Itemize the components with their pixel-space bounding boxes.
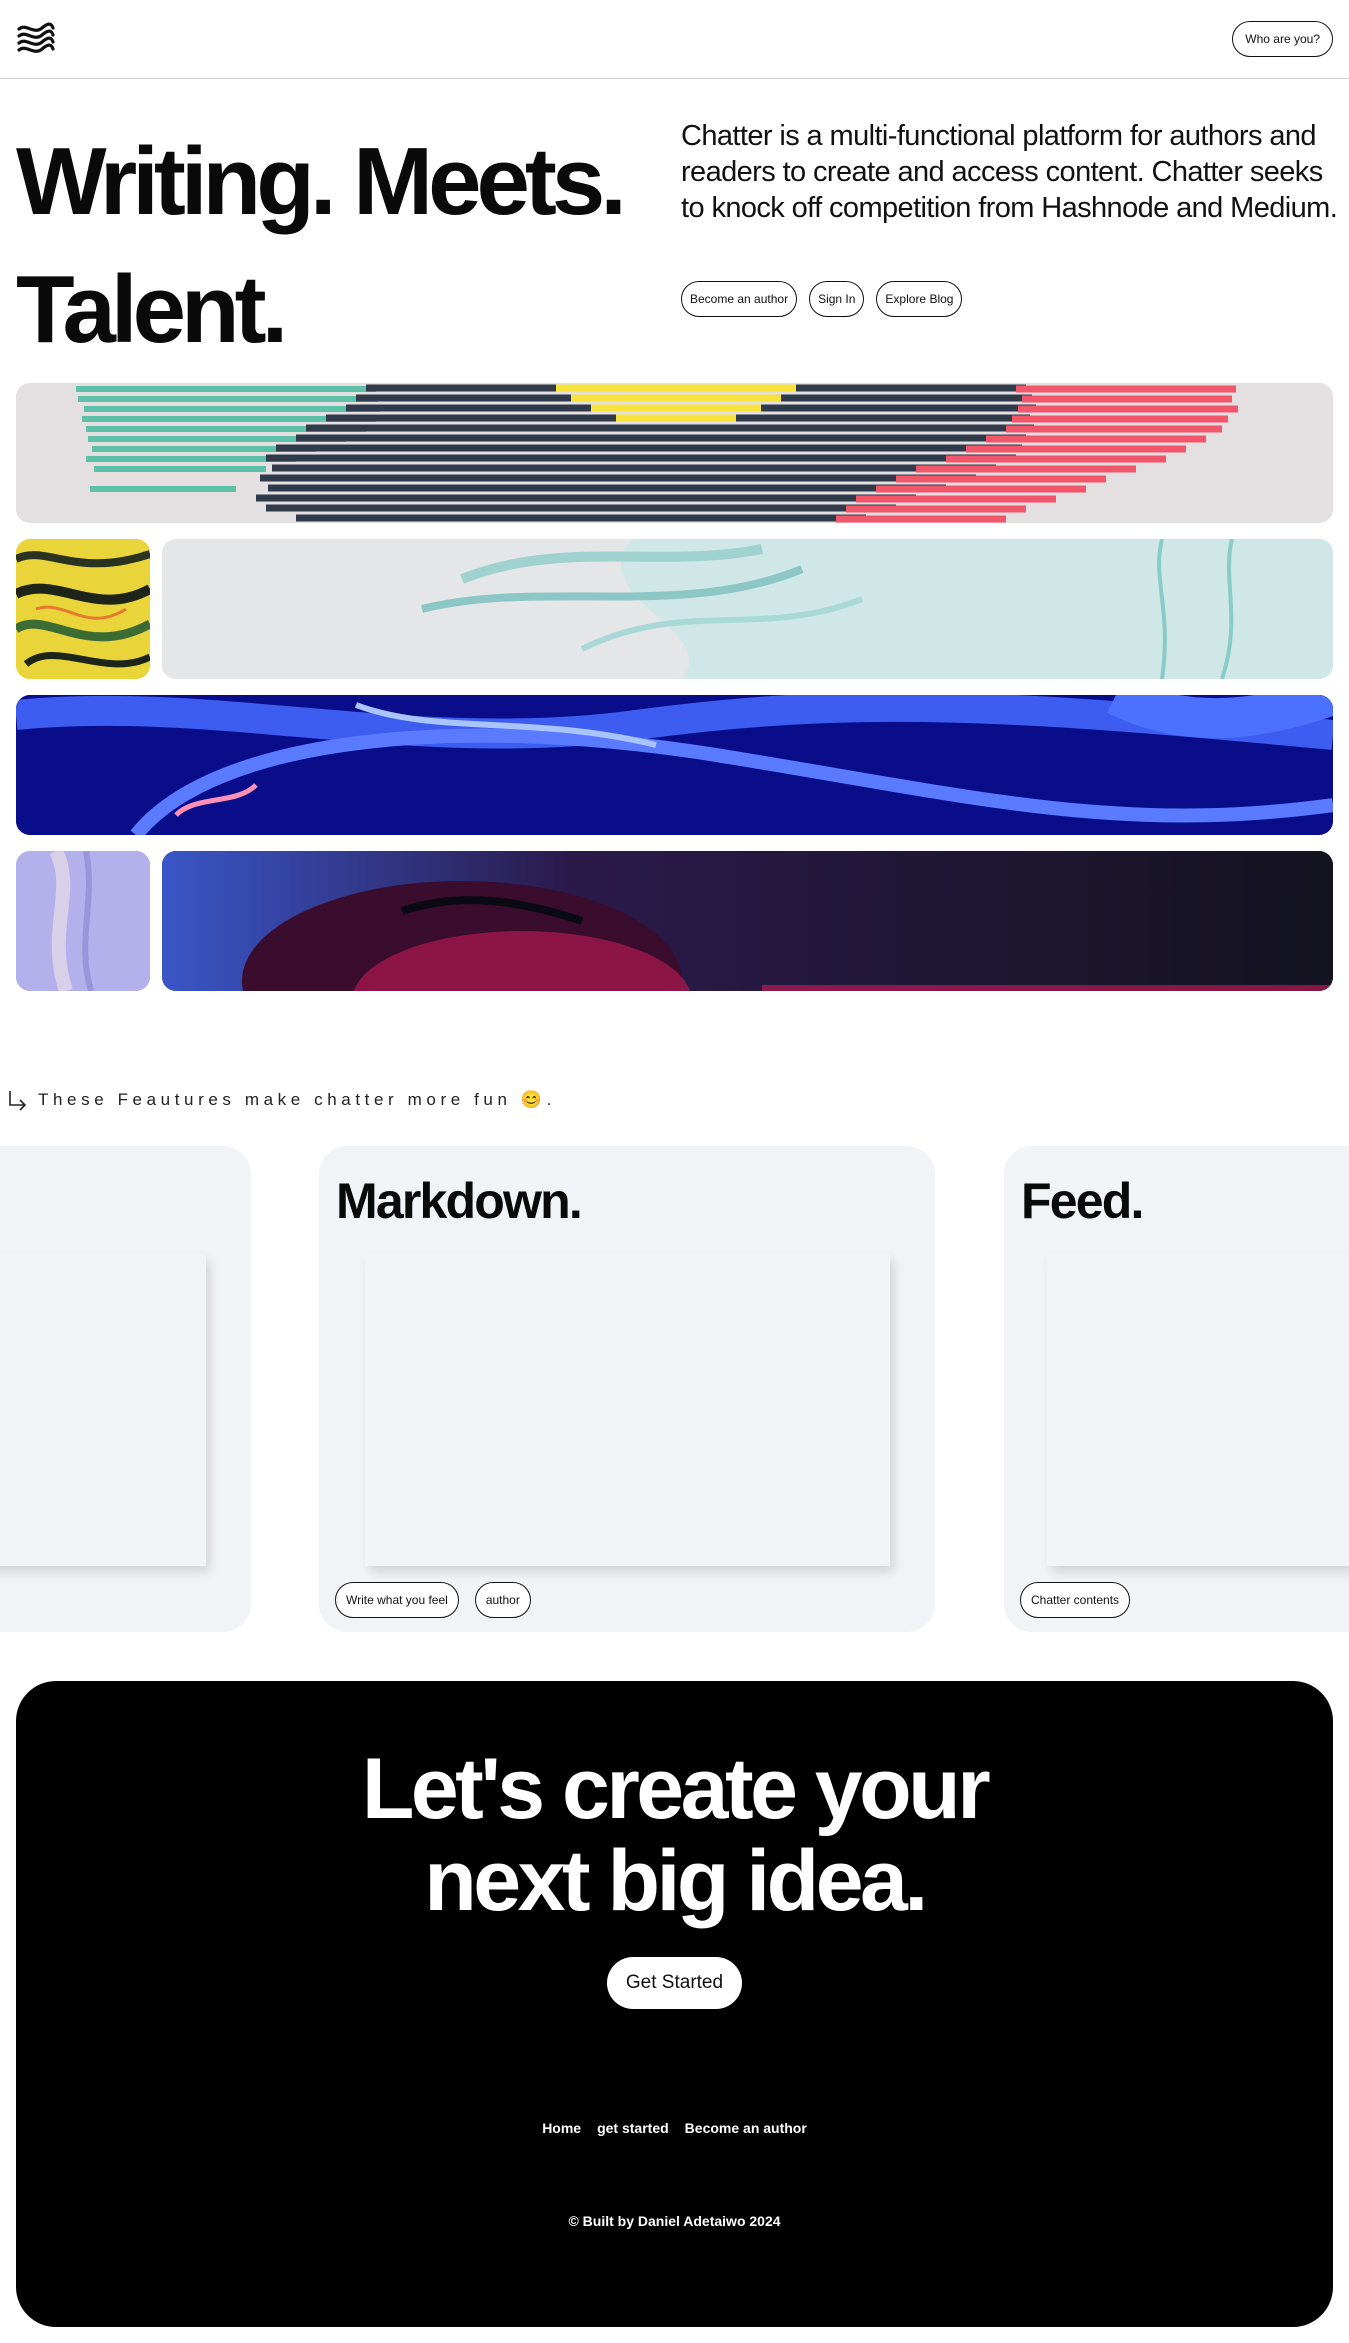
get-started-button[interactable]: Get Started xyxy=(607,1957,742,2009)
feature-card-tags: Chatter contents xyxy=(1020,1582,1131,1618)
feature-card xyxy=(0,1146,251,1632)
cta-title: Let's create your next big idea. xyxy=(16,1743,1333,1927)
feature-card-tags: Write what you feel author xyxy=(335,1582,531,1618)
sign-in-button[interactable]: Sign In xyxy=(809,281,865,317)
feature-card-feed: Feed. Chatter contents xyxy=(1004,1146,1349,1632)
feature-card-title: Markdown. xyxy=(336,1173,583,1229)
tag-write-what-you-feel[interactable]: Write what you feel xyxy=(335,1582,459,1618)
site-header: Who are you? xyxy=(0,0,1349,79)
wave-lines-logo-icon[interactable] xyxy=(16,20,56,60)
feature-card-preview xyxy=(365,1254,890,1566)
feature-card-title: Feed. xyxy=(1021,1173,1144,1229)
feature-card-preview xyxy=(0,1254,206,1566)
hero-title: Writing. Meets. Talent. xyxy=(16,118,656,374)
tag-author[interactable]: author xyxy=(474,1582,531,1618)
gallery-image-marble-yellow xyxy=(16,539,150,679)
gallery-image-neon-portrait xyxy=(162,851,1333,991)
explore-blog-button[interactable]: Explore Blog xyxy=(876,281,963,317)
features-intro: These Feautures make chatter more fun 😊. xyxy=(4,1087,556,1113)
cta-title-line-1: Let's create your xyxy=(361,1741,991,1837)
hero-description: Chatter is a multi-functional platform f… xyxy=(681,120,1338,224)
who-are-you-button[interactable]: Who are you? xyxy=(1232,21,1333,57)
tag-chatter-contents[interactable]: Chatter contents xyxy=(1020,1582,1131,1618)
footer-link-home[interactable]: Home xyxy=(542,2120,581,2136)
hero-title-line-2: Talent. xyxy=(16,256,288,363)
copyright-text: © Built by Daniel Adetaiwo 2024 xyxy=(568,2213,781,2229)
footer-link-become-author[interactable]: Become an author xyxy=(685,2120,807,2136)
gallery-image-brush-strokes xyxy=(16,383,1333,523)
footer-link-get-started[interactable]: get started xyxy=(597,2120,669,2136)
arrow-down-right-icon xyxy=(9,1091,27,1111)
hero-title-line-1: Writing. Meets. xyxy=(16,128,627,235)
become-author-button[interactable]: Become an author xyxy=(681,281,798,317)
cta-footer: Let's create your next big idea. Get Sta… xyxy=(16,1681,1333,2327)
gallery-image-lavender-abstract xyxy=(16,851,150,991)
gallery-image-blue-glass xyxy=(16,695,1333,835)
feature-card-markdown: Markdown. Write what you feel author xyxy=(319,1146,935,1632)
features-intro-text: These Feautures make chatter more fun 😊. xyxy=(38,1090,556,1109)
hero-actions: Become an author Sign In Explore Blog xyxy=(681,281,963,317)
feature-card-preview xyxy=(1047,1254,1349,1566)
footer-nav: Home get started Become an author xyxy=(16,2120,1333,2136)
gallery-image-mint-abstract xyxy=(162,539,1333,679)
cta-title-line-2: next big idea. xyxy=(424,1833,928,1929)
